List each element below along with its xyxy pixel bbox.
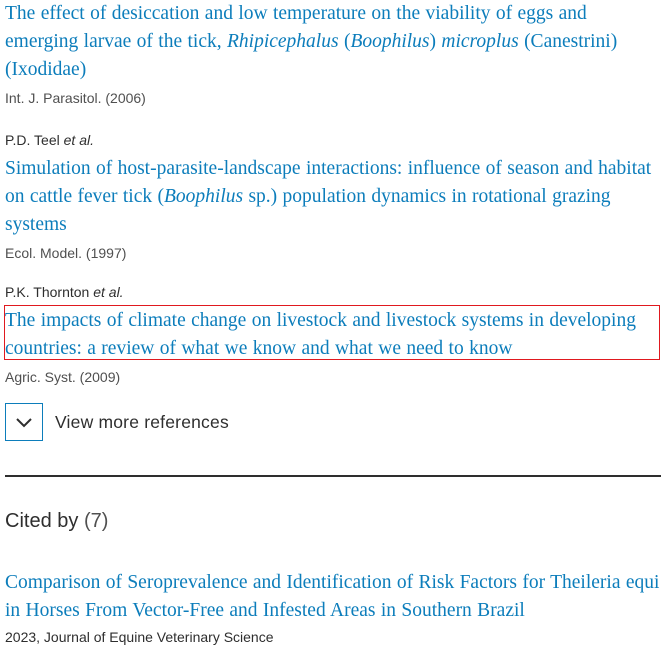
section-divider — [5, 475, 661, 477]
reference-source: Ecol. Model. (1997) — [5, 245, 127, 261]
cited-by-title-link[interactable]: Comparison of Seroprevalence and Identif… — [5, 569, 661, 625]
view-more-label: View more references — [55, 411, 229, 432]
reference-title-link[interactable]: The effect of desiccation and low temper… — [5, 0, 661, 84]
reference-source: Agric. Syst. (2009) — [5, 369, 121, 385]
reference-source: Int. J. Parasitol. (2006) — [5, 90, 146, 106]
cited-by-meta: 2023, Journal of Equine Veterinary Scien… — [5, 629, 274, 645]
highlight-box — [4, 305, 660, 360]
view-more-references-button[interactable]: View more references — [5, 403, 229, 441]
cited-by-item: Comparison of Seroprevalence and Identif… — [5, 569, 661, 646]
reference-author-name: P.D. Teel — [5, 132, 60, 148]
reference-author: P.D. Teel et al. — [5, 131, 661, 149]
title-segment: ( — [338, 31, 351, 52]
cited-by-heading: Cited by (7) — [5, 510, 108, 533]
reference-title-link[interactable]: Simulation of host-parasite-landscape in… — [5, 155, 661, 239]
cited-by-label: Cited by — [5, 510, 79, 532]
title-italic-segment: Rhipicephalus — [226, 31, 339, 52]
title-italic-segment: microplus — [441, 31, 519, 52]
title-segment: ) — [429, 31, 442, 52]
title-italic-segment: Boophilus — [350, 31, 430, 52]
cited-by-count: (7) — [83, 510, 109, 532]
chevron-down-icon[interactable] — [5, 403, 43, 441]
reference-item: P.D. Teel et al. Simulation of host-para… — [5, 131, 661, 262]
reference-item: The effect of desiccation and low temper… — [5, 0, 661, 107]
reference-author-suffix: et al. — [93, 284, 124, 300]
reference-author-name: P.K. Thornton — [5, 284, 90, 300]
reference-author-suffix: et al. — [63, 132, 94, 148]
reference-author: P.K. Thornton et al. — [5, 283, 661, 301]
title-italic-segment: Boophilus — [164, 186, 244, 207]
